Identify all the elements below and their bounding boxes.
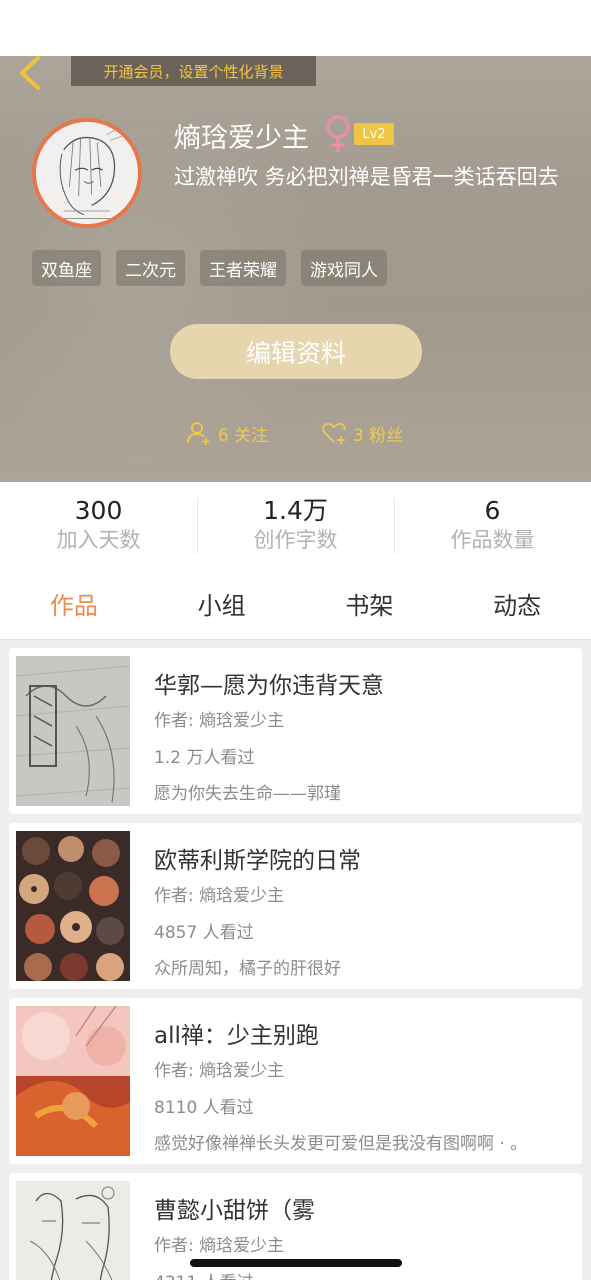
banner-text: 开通会员，设置个性化背景	[103, 62, 284, 81]
work-views: 8110 人看过	[154, 1098, 254, 1118]
tag-list: 双鱼座 二次元 王者荣耀 游戏同人	[32, 250, 387, 286]
work-cover	[16, 1006, 130, 1156]
work-views: 4311 人看过	[154, 1268, 254, 1280]
home-indicator[interactable]	[190, 1259, 402, 1267]
stats-bar: 300 加入天数 1.4万 创作字数 6 作品数量	[0, 482, 591, 568]
stat-label: 加入天数	[56, 528, 141, 552]
heart-plus-icon	[321, 422, 346, 444]
work-title: 曹懿小甜饼（雾	[154, 1198, 315, 1224]
avatar[interactable]	[32, 118, 142, 228]
stat-work-count: 6 作品数量	[394, 482, 591, 568]
stat-word-count: 1.4万 创作字数	[197, 482, 394, 568]
work-desc: 愿为你失去生命——郭瑾	[154, 784, 341, 804]
work-author: 作者: 熵琀爱少主	[154, 886, 285, 906]
stat-join-days: 300 加入天数	[0, 482, 197, 568]
vip-background-banner[interactable]: 开通会员，设置个性化背景	[71, 56, 316, 86]
work-title: 华郭—愿为你违背天意	[154, 673, 384, 699]
tag[interactable]: 游戏同人	[301, 250, 387, 286]
work-card[interactable]: all禅：少主别跑 作者: 熵琀爱少主 8110 人看过 感觉好像禅禅长头发更可…	[9, 998, 582, 1164]
work-cover	[16, 1181, 130, 1280]
work-desc: 感觉好像禅禅长头发更可爱但是我没有图啊啊 · 。	[154, 1134, 528, 1154]
work-title: 欧蒂利斯学院的日常	[154, 848, 361, 874]
chevron-left-icon	[20, 56, 40, 90]
work-author: 作者: 熵琀爱少主	[154, 711, 285, 731]
work-views: 4857 人看过	[154, 923, 254, 943]
stat-label: 作品数量	[450, 528, 535, 552]
tab-bar: 作品 小组 书架 动态	[0, 568, 591, 640]
work-views: 1.2 万人看过	[154, 748, 255, 768]
tab-groups[interactable]: 小组	[148, 568, 296, 639]
status-bar	[0, 0, 591, 56]
tab-activity[interactable]: 动态	[443, 568, 591, 639]
stat-value: 6	[484, 496, 501, 525]
tag[interactable]: 双鱼座	[32, 250, 101, 286]
work-author: 作者: 熵琀爱少主	[154, 1061, 285, 1081]
following-label: 6 关注	[217, 425, 269, 446]
tag[interactable]: 二次元	[116, 250, 185, 286]
level-badge: Lv2	[354, 123, 394, 145]
tag[interactable]: 王者荣耀	[200, 250, 286, 286]
work-cover	[16, 831, 130, 981]
edit-profile-button[interactable]: 编辑资料	[170, 324, 422, 379]
work-card[interactable]: 华郭—愿为你违背天意 作者: 熵琀爱少主 1.2 万人看过 愿为你失去生命——郭…	[9, 648, 582, 814]
stat-label: 创作字数	[253, 528, 338, 552]
tab-bookshelf[interactable]: 书架	[296, 568, 444, 639]
stat-value: 1.4万	[263, 496, 328, 525]
following-button[interactable]: 6 关注	[172, 413, 282, 453]
work-author: 作者: 熵琀爱少主	[154, 1236, 285, 1256]
fans-label: 3 粉丝	[352, 425, 404, 446]
back-button[interactable]	[14, 56, 48, 90]
tab-works[interactable]: 作品	[0, 568, 148, 639]
work-desc: 众所周知，橘子的肝很好	[154, 959, 341, 979]
stat-value: 300	[74, 496, 123, 525]
female-icon	[326, 115, 350, 152]
bio: 过激禅吹 务必把刘禅是昏君一类话吞回去	[174, 165, 559, 189]
work-card[interactable]: 欧蒂利斯学院的日常 作者: 熵琀爱少主 4857 人看过 众所周知，橘子的肝很好	[9, 823, 582, 989]
add-user-icon	[186, 422, 210, 445]
work-cover	[16, 656, 130, 806]
work-title: all禅：少主别跑	[154, 1023, 319, 1049]
nickname: 熵琀爱少主	[174, 123, 309, 154]
avatar-sketch-image	[36, 122, 138, 224]
fans-button[interactable]: 3 粉丝	[306, 413, 418, 453]
profile-header: 开通会员，设置个性化背景 熵琀爱少主 Lv2 过激禅吹 务必把刘禅是昏君一类话吞…	[0, 56, 591, 482]
